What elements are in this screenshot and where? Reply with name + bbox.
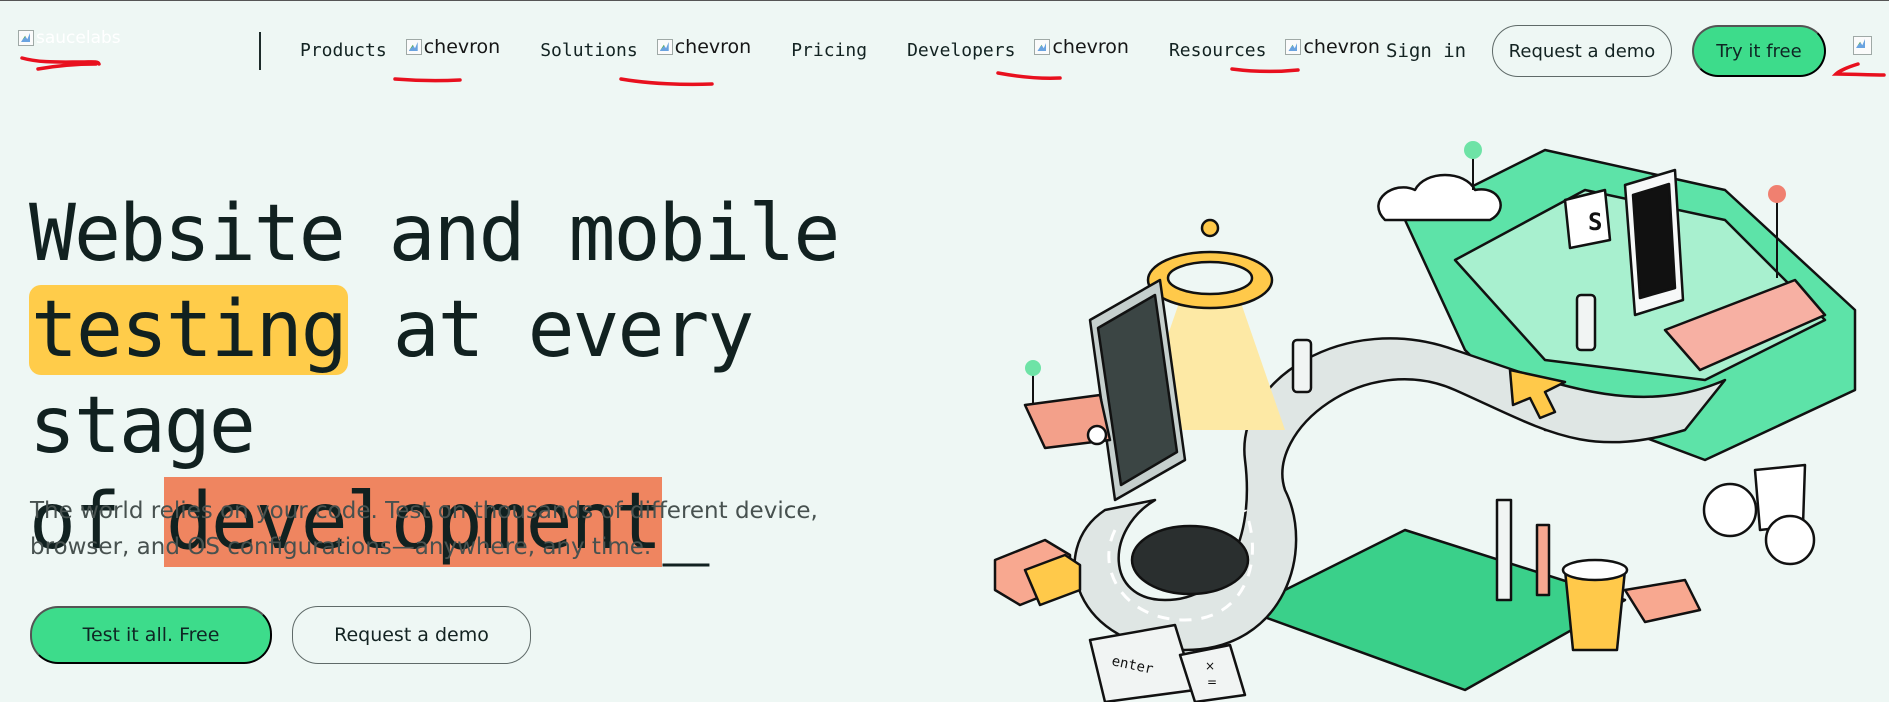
column-green bbox=[1495, 498, 1513, 602]
nav-resources[interactable]: Resources bbox=[1169, 40, 1267, 61]
phone-screen bbox=[1631, 182, 1677, 300]
nav-solutions[interactable]: Solutions bbox=[540, 40, 638, 61]
road-tunnel bbox=[1130, 524, 1250, 596]
headline-highlight-testing: testing bbox=[29, 285, 348, 375]
nav-developers-chevron[interactable]: chevron bbox=[1034, 36, 1129, 59]
traffic-light bbox=[1291, 338, 1313, 394]
chevron-icon: chevron bbox=[1285, 36, 1380, 58]
main-nav: Products chevron Solutions chevron Prici… bbox=[300, 38, 1380, 62]
headphone-left bbox=[1702, 482, 1758, 538]
sign-in-link[interactable]: Sign in bbox=[1386, 40, 1466, 62]
chevron-icon: chevron bbox=[405, 36, 501, 58]
broken-image-icon bbox=[1853, 36, 1872, 55]
hero-illustration: S enter × = bbox=[993, 141, 1857, 702]
site-header: saucelabs Products chevron Solutions che… bbox=[0, 0, 1889, 100]
headphone-right bbox=[1764, 514, 1816, 566]
subtitle-line-1: The world relies on your code. Test on t… bbox=[30, 498, 818, 524]
nav-resources-chevron[interactable]: chevron bbox=[1285, 36, 1380, 59]
header-divider bbox=[259, 32, 261, 70]
traffic-light-2 bbox=[1575, 293, 1597, 352]
broken-image-icon bbox=[656, 39, 673, 55]
mug-logo: S bbox=[1588, 208, 1602, 236]
chevron-alt-text: chevron bbox=[674, 36, 752, 58]
saucelabs-logo-link[interactable]: saucelabs bbox=[18, 30, 138, 74]
logo-image: saucelabs bbox=[18, 28, 121, 48]
nav-developers[interactable]: Developers bbox=[907, 40, 1015, 61]
header-try-free-button[interactable]: Try it free bbox=[1692, 25, 1826, 77]
coffee-cup bbox=[1563, 568, 1627, 652]
chevron-alt-text: chevron bbox=[1052, 36, 1129, 58]
sticky-note bbox=[1623, 578, 1702, 624]
antenna-light-green bbox=[1464, 141, 1482, 159]
math-key-times: × bbox=[1205, 659, 1215, 673]
headline-line-1: Website and mobile bbox=[29, 189, 840, 279]
nav-products-chevron[interactable]: chevron bbox=[405, 36, 501, 59]
nav-products[interactable]: Products bbox=[300, 40, 387, 61]
coffee-cup-lid bbox=[1561, 558, 1629, 582]
math-key-equals: = bbox=[1207, 675, 1217, 689]
chevron-alt-text: chevron bbox=[1303, 36, 1380, 58]
hero-request-demo-button[interactable]: Request a demo bbox=[292, 606, 531, 664]
column-orange bbox=[1535, 523, 1551, 597]
hero-test-free-button[interactable]: Test it all. Free bbox=[30, 606, 272, 664]
account-image[interactable] bbox=[1853, 36, 1872, 55]
ring-light bbox=[1200, 218, 1220, 238]
chevron-alt-text: chevron bbox=[423, 36, 501, 58]
chevron-icon: chevron bbox=[1034, 36, 1129, 58]
camera-antenna-light bbox=[1025, 360, 1041, 376]
broken-image-icon bbox=[1285, 39, 1302, 55]
nav-solutions-chevron[interactable]: chevron bbox=[656, 36, 752, 59]
broken-image-icon bbox=[1034, 39, 1051, 55]
gold-ring-inner bbox=[1166, 260, 1254, 296]
subtitle-line-2: browser, and OS configurations—anywhere,… bbox=[30, 534, 652, 560]
camera-lens bbox=[1086, 424, 1108, 446]
antenna-light-red bbox=[1768, 185, 1786, 203]
broken-image-icon bbox=[405, 39, 422, 55]
chevron-icon: chevron bbox=[656, 36, 752, 58]
math-key bbox=[1178, 643, 1247, 702]
nav-pricing[interactable]: Pricing bbox=[791, 40, 867, 61]
broken-image-icon bbox=[18, 30, 34, 46]
hero-subtitle: The world relies on your code. Test on t… bbox=[30, 493, 910, 565]
logo-alt-text: saucelabs bbox=[36, 28, 121, 48]
header-request-demo-button[interactable]: Request a demo bbox=[1492, 25, 1672, 77]
